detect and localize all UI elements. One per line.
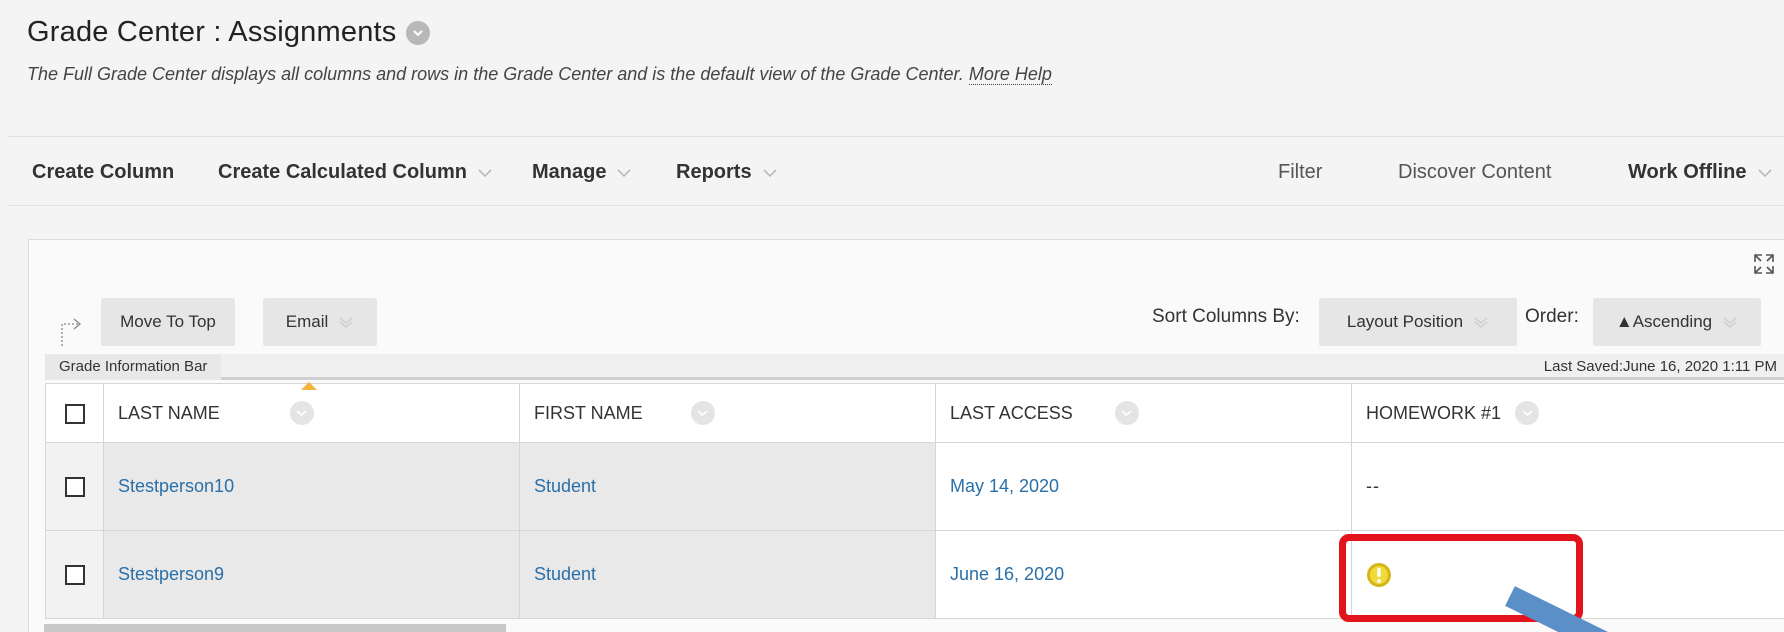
column-menu-icon[interactable] xyxy=(1114,401,1139,425)
row-select-cell xyxy=(45,442,104,531)
table-row: Stestperson9 Student June 16, 2020 xyxy=(45,530,1784,619)
sort-columns-by-select[interactable]: Layout Position xyxy=(1319,298,1517,346)
chevron-down-icon xyxy=(1757,168,1773,178)
manage-label: Manage xyxy=(532,161,607,183)
sort-ascending-icon xyxy=(301,382,317,390)
create-calculated-column-label: Create Calculated Column xyxy=(218,161,467,183)
column-header-label: LAST NAME xyxy=(118,402,220,423)
grade-information-bar: Grade Information Bar Last Saved:June 16… xyxy=(45,354,1784,380)
chevron-down-icon xyxy=(1473,316,1489,328)
student-last-name-link[interactable]: Stestperson9 xyxy=(118,564,224,584)
create-column-label: Create Column xyxy=(32,161,175,183)
horizontal-scrollbar[interactable] xyxy=(44,624,506,632)
column-header-label: FIRST NAME xyxy=(534,402,643,423)
discover-content-label: Discover Content xyxy=(1398,161,1552,183)
column-header-label: LAST ACCESS xyxy=(950,402,1073,423)
create-calculated-column-menu[interactable]: Create Calculated Column xyxy=(218,161,493,184)
last-saved-text: Last Saved:June 16, 2020 1:11 PM xyxy=(1543,358,1777,375)
column-menu-icon[interactable] xyxy=(289,401,314,425)
grid-header-row: LAST NAME FIRST NAME LAST ACCESS HOMEWOR… xyxy=(45,382,1784,443)
sort-columns-by-label: Sort Columns By: xyxy=(1152,306,1300,327)
chevron-down-icon xyxy=(762,168,778,178)
manage-menu[interactable]: Manage xyxy=(532,161,632,184)
grade-value: -- xyxy=(1366,476,1380,496)
grade-cell[interactable]: -- xyxy=(1351,442,1784,531)
grade-center-page: Grade Center : Assignments The Full Grad… xyxy=(0,0,1784,632)
needs-grading-icon[interactable] xyxy=(1366,562,1392,588)
more-help-link[interactable]: More Help xyxy=(968,64,1052,85)
row-checkbox[interactable] xyxy=(64,477,85,498)
reports-menu[interactable]: Reports xyxy=(676,161,778,184)
page-description: The Full Grade Center displays all colum… xyxy=(27,64,1052,85)
grid-toolbar: Move To Top Email Sort Columns By: Layou… xyxy=(29,298,1784,346)
discover-content-button[interactable]: Discover Content xyxy=(1398,161,1551,184)
chevron-down-icon xyxy=(477,168,493,178)
sort-columns-by-value: Layout Position xyxy=(1346,312,1464,331)
grade-grid-panel: Move To Top Email Sort Columns By: Layou… xyxy=(28,239,1784,632)
select-all-checkbox[interactable] xyxy=(64,403,85,424)
row-checkbox[interactable] xyxy=(64,565,85,586)
column-menu-icon[interactable] xyxy=(1515,401,1540,425)
title-options-icon[interactable] xyxy=(406,20,431,45)
create-column-button[interactable]: Create Column xyxy=(32,161,174,184)
move-to-top-arrow-icon xyxy=(61,318,82,346)
row-select-cell xyxy=(45,530,104,619)
email-label: Email xyxy=(285,312,329,331)
action-bar: Create Column Create Calculated Column M… xyxy=(8,136,1784,206)
order-select[interactable]: ▲Ascending xyxy=(1593,298,1761,346)
grade-information-tab[interactable]: Grade Information Bar xyxy=(45,354,222,380)
filter-label: Filter xyxy=(1278,161,1323,183)
move-to-top-button[interactable]: Move To Top xyxy=(101,298,235,346)
last-access-cell: May 14, 2020 xyxy=(935,442,1352,531)
select-all-cell xyxy=(45,383,104,443)
first-name-cell: Student xyxy=(519,442,936,531)
grade-cell[interactable] xyxy=(1351,530,1784,619)
chevron-down-icon xyxy=(338,316,354,328)
column-header-first-name[interactable]: FIRST NAME xyxy=(519,383,936,443)
student-first-name-link[interactable]: Student xyxy=(534,476,596,496)
description-text: The Full Grade Center displays all colum… xyxy=(27,64,964,84)
grade-grid: LAST NAME FIRST NAME LAST ACCESS HOMEWOR… xyxy=(45,382,1784,619)
page-title: Grade Center : Assignments xyxy=(27,16,397,48)
expand-icon[interactable] xyxy=(1752,252,1776,276)
last-name-cell: Stestperson10 xyxy=(103,442,520,531)
table-row: Stestperson10 Student May 14, 2020 -- xyxy=(45,442,1784,531)
column-header-homework-1[interactable]: HOMEWORK #1 xyxy=(1351,383,1784,443)
order-label: Order: xyxy=(1525,306,1579,327)
column-header-last-access[interactable]: LAST ACCESS xyxy=(935,383,1352,443)
column-menu-icon[interactable] xyxy=(690,401,715,425)
chevron-down-icon xyxy=(1722,316,1738,328)
filter-button[interactable]: Filter xyxy=(1278,161,1322,184)
reports-label: Reports xyxy=(676,161,752,183)
work-offline-menu[interactable]: Work Offline xyxy=(1628,161,1773,184)
order-value: ▲Ascending xyxy=(1615,312,1713,331)
last-name-cell: Stestperson9 xyxy=(103,530,520,619)
title-row: Grade Center : Assignments xyxy=(27,16,431,49)
work-offline-label: Work Offline xyxy=(1628,161,1747,183)
email-menu-button[interactable]: Email xyxy=(263,298,377,346)
first-name-cell: Student xyxy=(519,530,936,619)
last-access-value: June 16, 2020 xyxy=(950,564,1065,584)
student-last-name-link[interactable]: Stestperson10 xyxy=(118,476,234,496)
column-header-last-name[interactable]: LAST NAME xyxy=(103,382,520,443)
last-access-value: May 14, 2020 xyxy=(950,476,1060,496)
move-to-top-label: Move To Top xyxy=(120,312,216,331)
column-header-label: HOMEWORK #1 xyxy=(1366,402,1502,423)
student-first-name-link[interactable]: Student xyxy=(534,564,596,584)
last-access-cell: June 16, 2020 xyxy=(935,530,1352,619)
chevron-down-icon xyxy=(616,168,632,178)
